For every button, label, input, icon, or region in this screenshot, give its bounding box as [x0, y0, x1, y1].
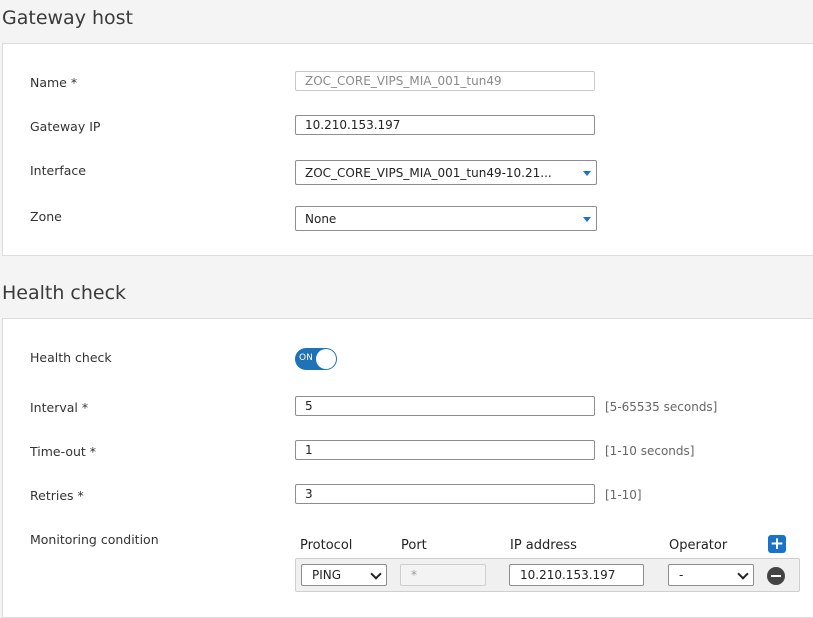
gateway-ip-field[interactable]: 10.210.153.197 [295, 115, 595, 135]
caret-down-icon [583, 217, 591, 222]
health-check-toggle[interactable]: ON [295, 348, 337, 370]
port-column-header: Port [401, 538, 427, 553]
name-label: Name * [30, 75, 78, 90]
plus-icon: + [769, 534, 785, 554]
ip-address-column-header: IP address [510, 538, 577, 553]
interval-field[interactable]: 5 [295, 396, 595, 416]
interface-label: Interface [30, 163, 86, 178]
timeout-field[interactable]: 1 [295, 440, 595, 460]
chevron-down-icon [737, 568, 749, 580]
toggle-knob [316, 349, 336, 369]
protocol-select-value: PING [312, 568, 342, 582]
operator-select[interactable]: - [668, 564, 754, 586]
port-field: * [400, 564, 486, 586]
zone-label: Zone [30, 209, 62, 224]
remove-condition-button[interactable] [767, 567, 785, 585]
operator-column-header: Operator [669, 538, 728, 553]
protocol-select[interactable]: PING [301, 564, 387, 586]
timeout-label: Time-out * [30, 444, 97, 459]
add-condition-button[interactable]: + [768, 535, 786, 553]
zone-select-value: None [305, 212, 337, 226]
interface-select[interactable]: ZOC_CORE_VIPS_MIA_001_tun49-10.21... [295, 160, 597, 185]
name-field: ZOC_CORE_VIPS_MIA_001_tun49 [295, 71, 595, 91]
health-check-label: Health check [30, 350, 112, 365]
timeout-hint: [1-10 seconds] [605, 444, 695, 458]
toggle-state-text: ON [299, 353, 313, 363]
condition-ip-field[interactable]: 10.210.153.197 [509, 564, 644, 586]
gateway-ip-label: Gateway IP [30, 119, 101, 134]
retries-field[interactable]: 3 [295, 484, 595, 504]
condition-row: PING * 10.210.153.197 - [295, 558, 800, 592]
health-check-title: Health check [2, 282, 127, 304]
zone-select[interactable]: None [295, 206, 597, 231]
chevron-down-icon [370, 568, 382, 580]
interface-select-value: ZOC_CORE_VIPS_MIA_001_tun49-10.21... [305, 166, 552, 180]
operator-select-value: - [679, 568, 684, 582]
retries-label: Retries * [30, 488, 84, 503]
interval-label: Interval * [30, 400, 89, 415]
retries-hint: [1-10] [605, 488, 642, 502]
caret-down-icon [583, 171, 591, 176]
gateway-host-title: Gateway host [2, 7, 133, 29]
monitoring-condition-label: Monitoring condition [30, 532, 159, 547]
interval-hint: [5-65535 seconds] [605, 400, 718, 414]
protocol-column-header: Protocol [300, 538, 353, 553]
